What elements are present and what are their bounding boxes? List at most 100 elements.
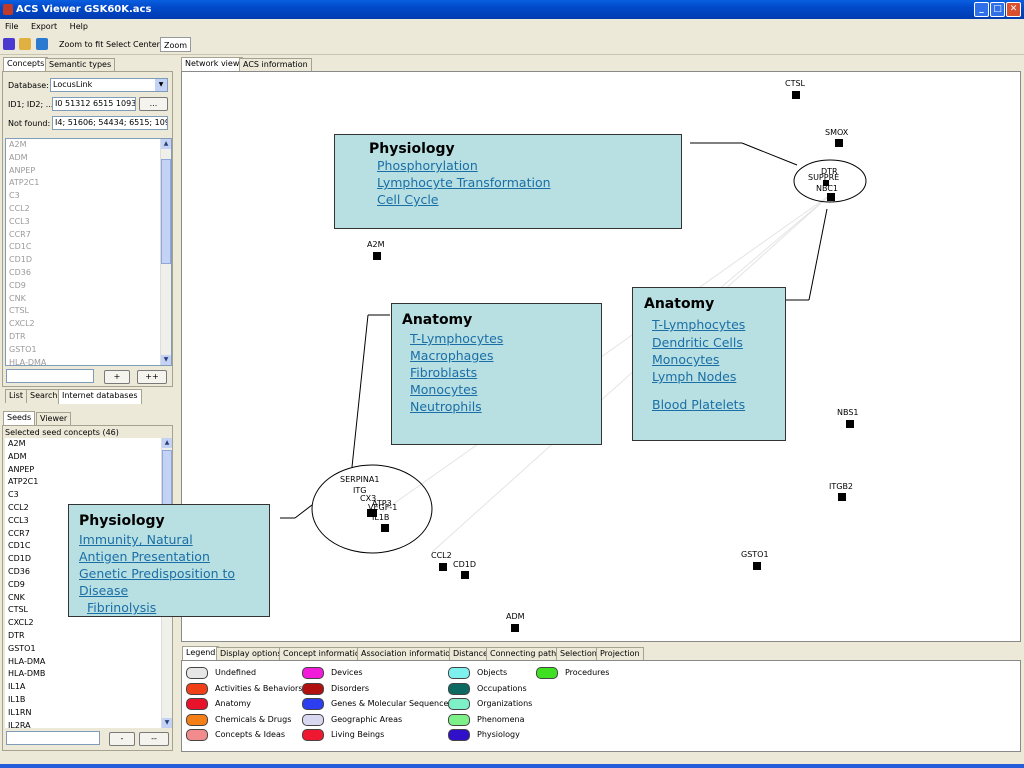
concept-list-item[interactable]: GSTO1 xyxy=(6,344,171,357)
zoom-button[interactable]: Zoom xyxy=(160,37,192,52)
concepts-scrollbar[interactable]: ▲ ▼ xyxy=(160,139,171,365)
link-immunity-natural[interactable]: Immunity, Natural xyxy=(79,532,193,547)
concept-list-item[interactable]: DTR xyxy=(6,331,171,344)
link-dendritic-cells[interactable]: Dendritic Cells xyxy=(652,335,743,350)
concept-list-item[interactable]: CD1D xyxy=(6,254,171,267)
remove-all-button[interactable]: -- xyxy=(139,732,169,746)
tab-seeds[interactable]: Seeds xyxy=(3,411,36,426)
tab-projection[interactable]: Projection xyxy=(596,647,644,661)
tab-internet-databases[interactable]: Internet databases xyxy=(58,389,142,404)
seed-search-input[interactable] xyxy=(6,731,100,745)
concept-list-item[interactable]: CNK xyxy=(6,293,171,306)
node-ctsl[interactable] xyxy=(792,91,800,99)
tab-concept-information[interactable]: Concept information xyxy=(279,647,369,661)
node-itgb2[interactable] xyxy=(838,493,846,501)
seeds-scroll-down-icon[interactable]: ▼ xyxy=(162,718,172,728)
scroll-up-icon[interactable]: ▲ xyxy=(161,139,171,149)
scroll-thumb[interactable] xyxy=(161,159,171,264)
link-disease[interactable]: Disease xyxy=(79,583,128,598)
add-all-button[interactable]: ++ xyxy=(137,370,167,384)
concept-list-item[interactable]: CD36 xyxy=(6,267,171,280)
tab-association-information[interactable]: Association information xyxy=(357,647,460,661)
tab-concepts[interactable]: Concepts xyxy=(3,57,49,72)
node-adm[interactable] xyxy=(511,624,519,632)
tab-search[interactable]: Search xyxy=(26,389,62,403)
node-cluster-top[interactable] xyxy=(827,193,835,201)
concept-list-item[interactable]: CD9 xyxy=(6,280,171,293)
seed-list-item[interactable]: A2M xyxy=(5,438,172,451)
menu-export[interactable]: Export xyxy=(26,19,62,35)
link-fibroblasts[interactable]: Fibroblasts xyxy=(410,365,477,380)
concept-list-item[interactable]: CTSL xyxy=(6,305,171,318)
node-ccl2[interactable] xyxy=(439,563,447,571)
node-gsto1[interactable] xyxy=(753,562,761,570)
chevron-down-icon[interactable]: ▼ xyxy=(155,79,167,91)
node-a2m[interactable] xyxy=(373,252,381,260)
seed-list-item[interactable]: ANPEP xyxy=(5,464,172,477)
seed-list-item[interactable]: GSTO1 xyxy=(5,643,172,656)
maximize-button[interactable]: □ xyxy=(990,2,1005,17)
node-nbs1[interactable] xyxy=(846,420,854,428)
seed-list-item[interactable]: HLA-DMB xyxy=(5,668,172,681)
link-t-lymphocytes[interactable]: T-Lymphocytes xyxy=(652,317,745,332)
menu-help[interactable]: Help xyxy=(65,19,93,35)
link-phosphorylation[interactable]: Phosphorylation xyxy=(377,158,478,173)
node-cd1d[interactable] xyxy=(461,571,469,579)
link-neutrophils[interactable]: Neutrophils xyxy=(410,399,482,414)
seed-list-item[interactable]: C3 xyxy=(5,489,172,502)
tab-display-options[interactable]: Display options xyxy=(216,647,286,661)
seed-list-item[interactable]: IL2RA xyxy=(5,720,172,728)
tab-list[interactable]: List xyxy=(5,389,27,403)
add-button[interactable]: + xyxy=(104,370,130,384)
concept-list-item[interactable]: CCL2 xyxy=(6,203,171,216)
concept-list-item[interactable]: CCR7 xyxy=(6,229,171,242)
save-icon[interactable] xyxy=(36,38,48,50)
tab-acs-information[interactable]: ACS information xyxy=(239,58,312,72)
network-canvas[interactable]: CTSL SMOX DTR SUPPRE NBC1 A2M NBS1 ITGB2… xyxy=(181,71,1021,642)
node-smox[interactable] xyxy=(835,139,843,147)
concept-list-item[interactable]: A2M xyxy=(6,139,171,152)
tab-legend[interactable]: Legend xyxy=(182,646,220,661)
tab-viewer[interactable]: Viewer xyxy=(36,412,72,426)
tab-semantic-types[interactable]: Semantic types xyxy=(45,58,116,72)
seeds-scroll-up-icon[interactable]: ▲ xyxy=(162,438,172,448)
center-button[interactable]: Center xyxy=(130,37,163,52)
node-cluster-top-2[interactable] xyxy=(823,180,829,186)
seed-list-item[interactable]: ADM xyxy=(5,451,172,464)
ids-input[interactable]: I0 51312 6515 10938 xyxy=(52,97,136,111)
open-folder-icon[interactable] xyxy=(19,38,31,50)
concept-list-item[interactable]: ATP2C1 xyxy=(6,177,171,190)
seed-list-item[interactable]: ATP2C1 xyxy=(5,476,172,489)
minimize-button[interactable]: _ xyxy=(974,2,989,17)
zoom-to-fit-button[interactable]: Zoom to fit xyxy=(56,37,106,52)
close-button[interactable]: ✕ xyxy=(1006,2,1021,17)
tab-selection[interactable]: Selection xyxy=(556,647,601,661)
concept-list-item[interactable]: CD1C xyxy=(6,241,171,254)
link-t-lymphocytes[interactable]: T-Lymphocytes xyxy=(410,331,503,346)
seed-list-item[interactable]: IL1RN xyxy=(5,707,172,720)
node-cluster-left[interactable] xyxy=(367,509,377,517)
seed-list-item[interactable]: IL1A xyxy=(5,681,172,694)
concept-list-item[interactable]: CCL3 xyxy=(6,216,171,229)
link-monocytes[interactable]: Monocytes xyxy=(652,352,719,367)
concept-list-item[interactable]: CXCL2 xyxy=(6,318,171,331)
link-macrophages[interactable]: Macrophages xyxy=(410,348,493,363)
node-il1b[interactable] xyxy=(381,524,389,532)
concept-list-item[interactable]: ANPEP xyxy=(6,165,171,178)
link-lymph-nodes[interactable]: Lymph Nodes xyxy=(652,369,736,384)
new-icon[interactable] xyxy=(3,38,15,50)
remove-button[interactable]: - xyxy=(109,732,135,746)
concept-list-item[interactable]: ADM xyxy=(6,152,171,165)
link-monocytes[interactable]: Monocytes xyxy=(410,382,477,397)
concept-list-item[interactable]: HLA-DMA xyxy=(6,357,171,365)
link-antigen-presentation[interactable]: Antigen Presentation xyxy=(79,549,210,564)
tab-network-view[interactable]: Network view xyxy=(181,57,244,72)
seed-list-item[interactable]: HLA-DMA xyxy=(5,656,172,669)
seed-list-item[interactable]: CXCL2 xyxy=(5,617,172,630)
database-select[interactable]: LocusLink ▼ xyxy=(50,78,168,92)
concept-search-input[interactable] xyxy=(6,369,94,383)
link-cell-cycle[interactable]: Cell Cycle xyxy=(377,192,439,207)
concepts-list[interactable]: A2M ADM ANPEP ATP2C1 C3 CCL2 CCL3 CCR7 CD1C CD1D C… xyxy=(5,138,172,366)
seed-list-item[interactable]: IL1B xyxy=(5,694,172,707)
link-blood-platelets[interactable]: Blood Platelets xyxy=(652,397,745,412)
